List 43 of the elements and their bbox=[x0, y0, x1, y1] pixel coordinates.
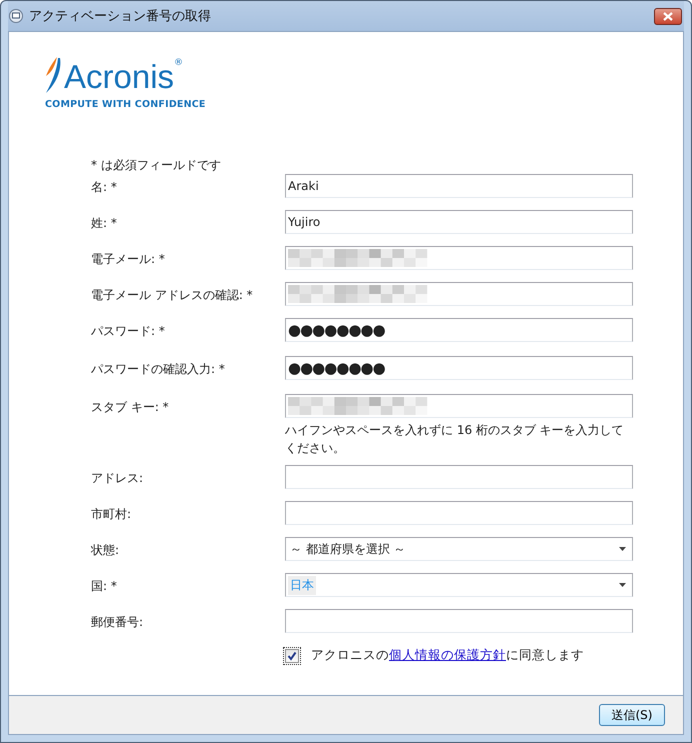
text-field[interactable]: Araki bbox=[285, 174, 633, 198]
text-field[interactable] bbox=[285, 501, 633, 525]
field-label: 郵便番号: bbox=[91, 614, 144, 631]
dropdown-arrow-icon bbox=[619, 583, 626, 587]
close-button[interactable] bbox=[654, 8, 682, 24]
field-label: パスワードの確認入力: * bbox=[91, 361, 226, 378]
password-field[interactable]: ●●●●●●●● bbox=[285, 356, 633, 380]
field-label: 状態: bbox=[91, 542, 120, 559]
submit-button[interactable]: 送信(S) bbox=[599, 704, 665, 726]
selected-value: ～ 都道府県を選択 ～ bbox=[289, 540, 407, 558]
field-label: スタブ キー: * bbox=[91, 399, 170, 416]
app-icon bbox=[9, 9, 23, 23]
field-hint: ハイフンやスペースを入れずに 16 桁のスタブ キーを入力してください。 bbox=[285, 422, 625, 457]
brand-name: Acronis bbox=[64, 60, 174, 94]
text-field[interactable] bbox=[285, 282, 633, 306]
window-title: アクティベーション番号の取得 bbox=[29, 8, 212, 25]
field-label: 電子メール: * bbox=[91, 251, 166, 268]
text-field[interactable] bbox=[285, 394, 633, 418]
field-label: 国: * bbox=[91, 578, 118, 595]
agree-checkbox[interactable] bbox=[285, 648, 299, 662]
dropdown[interactable]: ～ 都道府県を選択 ～ bbox=[285, 537, 633, 561]
field-label: パスワード: * bbox=[91, 323, 166, 340]
field-label: アドレス: bbox=[91, 470, 144, 487]
selected-value: 日本 bbox=[288, 576, 316, 594]
text-field[interactable]: Yujiro bbox=[285, 210, 633, 234]
field-label: 名: * bbox=[91, 179, 118, 196]
field-label: 姓: * bbox=[91, 215, 118, 232]
pixelated-text-icon bbox=[288, 397, 428, 415]
privacy-policy-link[interactable]: 個人情報の保護方針 bbox=[389, 647, 506, 662]
field-label: 市町村: bbox=[91, 506, 132, 523]
text-field[interactable] bbox=[285, 609, 633, 633]
pixelated-text-icon bbox=[288, 285, 428, 303]
text-field[interactable] bbox=[285, 465, 633, 489]
tagline: COMPUTE WITH CONFIDENCE bbox=[45, 99, 207, 110]
pixelated-text-icon bbox=[288, 249, 428, 267]
dropdown-arrow-icon bbox=[619, 547, 626, 551]
field-label: 電子メール アドレスの確認: * bbox=[91, 287, 254, 304]
agreement-text: アクロニスの個人情報の保護方針に同意します bbox=[311, 647, 584, 664]
required-note: * は必須フィールドです bbox=[91, 157, 222, 174]
text-field[interactable] bbox=[285, 246, 633, 270]
password-field[interactable]: ●●●●●●●● bbox=[285, 318, 633, 342]
close-icon bbox=[662, 12, 674, 20]
registered-mark: ® bbox=[174, 58, 184, 68]
